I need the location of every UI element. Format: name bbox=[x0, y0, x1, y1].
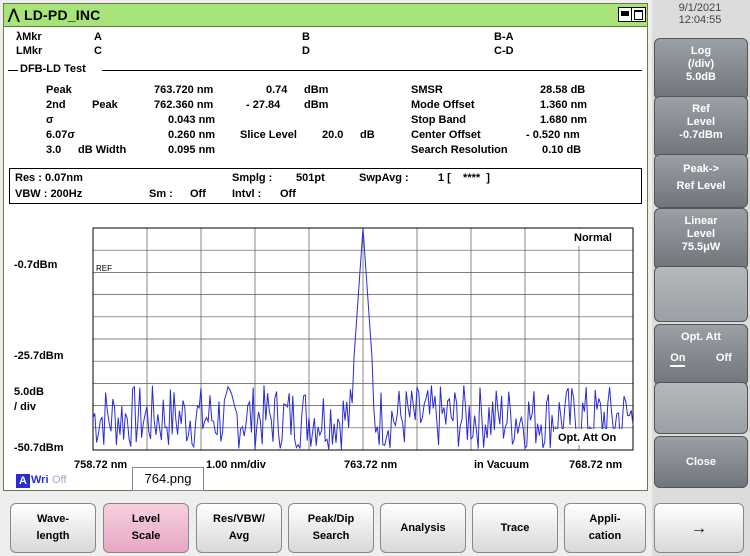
arrow-right-icon: → bbox=[691, 519, 707, 537]
display-mode-label: Normal bbox=[574, 232, 612, 244]
softkey-linear-level[interactable]: Linear Level 75.5μW bbox=[654, 208, 748, 270]
softkey-label: Ref Level bbox=[676, 180, 726, 192]
softkey-label: (/div) bbox=[687, 58, 715, 70]
key-res-vbw-avg[interactable]: Res/VBW/ Avg bbox=[196, 503, 282, 553]
key-label: Level bbox=[131, 513, 161, 525]
key-application[interactable]: Appli- cation bbox=[564, 503, 646, 553]
key-wavelength[interactable]: Wave- length bbox=[10, 503, 96, 553]
softkey-label: Opt. Att bbox=[681, 331, 721, 343]
softkey-value: -0.7dBm bbox=[679, 129, 723, 141]
softkey-value: 75.5μW bbox=[681, 241, 721, 253]
key-level-scale[interactable]: Level Scale bbox=[103, 503, 189, 553]
close-label: Close bbox=[686, 456, 716, 468]
close-button[interactable]: Close bbox=[654, 436, 748, 488]
opt-att-off-option: Off bbox=[715, 352, 732, 364]
key-label: Res/VBW/ bbox=[213, 513, 265, 525]
key-peak-dip-search[interactable]: Peak/Dip Search bbox=[288, 503, 374, 553]
filename-tooltip: 764.png bbox=[132, 467, 204, 491]
key-next-arrow[interactable]: → bbox=[654, 503, 744, 553]
softkey-label: Level bbox=[686, 228, 716, 240]
softkey-opt-att[interactable]: Opt. Att On Off bbox=[654, 324, 748, 386]
time-label: 12:04:55 bbox=[678, 14, 722, 26]
softkey-label: Linear bbox=[684, 215, 718, 227]
key-label: length bbox=[36, 530, 70, 542]
key-label: Appli- bbox=[589, 513, 621, 525]
spectrum-chart: REF Normal Opt. Att On bbox=[92, 227, 634, 451]
softkey-label: Peak-> bbox=[683, 163, 719, 175]
key-label: Wave- bbox=[37, 513, 69, 525]
datetime-display: 9/1/2021 12:04:55 bbox=[652, 2, 748, 26]
key-label: cation bbox=[588, 530, 622, 542]
key-label: Avg bbox=[228, 530, 250, 542]
softkey-label: Ref bbox=[692, 103, 710, 115]
opt-att-status-label: Opt. Att On bbox=[558, 432, 617, 444]
softkey-panel: 9/1/2021 12:04:55 Log (/div) 5.0dB Ref L… bbox=[652, 0, 750, 556]
softkey-blank-2[interactable] bbox=[654, 382, 748, 434]
softkey-label: Level bbox=[686, 116, 716, 128]
softkey-ref-level[interactable]: Ref Level -0.7dBm bbox=[654, 96, 748, 158]
softkey-log-div[interactable]: Log (/div) 5.0dB bbox=[654, 38, 748, 100]
key-label: Search bbox=[312, 530, 350, 542]
softkey-blank-1[interactable] bbox=[654, 266, 748, 322]
date-label: 9/1/2021 bbox=[678, 2, 722, 14]
key-analysis[interactable]: Analysis bbox=[380, 503, 466, 553]
key-label: Trace bbox=[500, 521, 530, 534]
key-trace[interactable]: Trace bbox=[472, 503, 558, 553]
key-label: Analysis bbox=[400, 521, 446, 534]
softkey-peak-to-ref-level[interactable]: Peak-> Ref Level bbox=[654, 154, 748, 208]
key-label: Scale bbox=[131, 530, 161, 542]
ref-marker-label: REF bbox=[96, 264, 112, 273]
softkey-value: 5.0dB bbox=[686, 71, 716, 83]
softkey-label: Log bbox=[690, 45, 712, 57]
opt-att-on-option: On bbox=[670, 352, 686, 367]
key-label: Peak/Dip bbox=[307, 513, 355, 525]
